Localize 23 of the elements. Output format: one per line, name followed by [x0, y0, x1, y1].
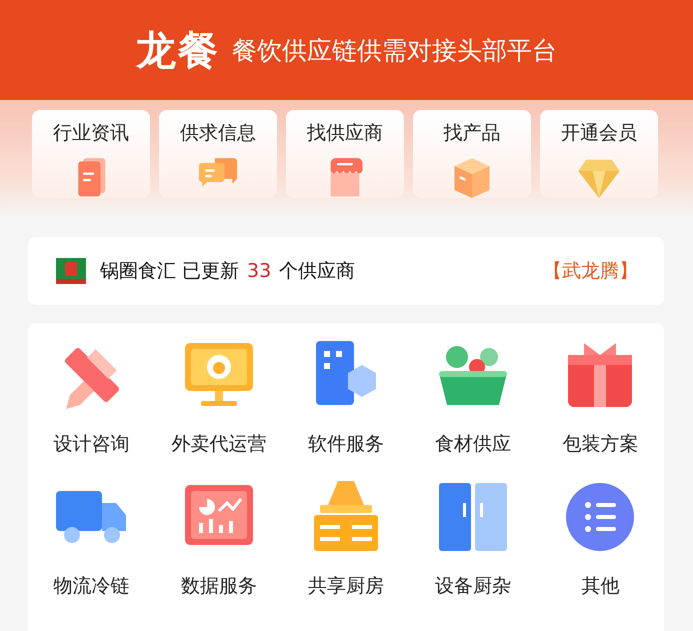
service-label[interactable]: 软件服务	[308, 431, 384, 457]
quick-link-card[interactable]: 开通会员	[540, 110, 658, 198]
notice-card[interactable]: 锅圈食汇 已更新 33 个供应商 【武龙腾】	[28, 237, 664, 305]
service-label[interactable]: 食材供应	[435, 431, 512, 457]
service-label[interactable]: 设备厨杂	[435, 573, 512, 599]
quick-link-card[interactable]: 找供应商	[286, 110, 404, 198]
service-label[interactable]: 共享厨房	[308, 573, 384, 599]
service-label[interactable]: 其他	[581, 573, 620, 599]
notice-text: 锅圈食汇 已更新	[100, 259, 240, 284]
quick-link-card[interactable]: 找产品	[413, 110, 531, 198]
service-label[interactable]: 外卖代运营	[171, 431, 266, 457]
service-label[interactable]: 数据服务	[180, 573, 257, 599]
service-label[interactable]: 包装方案	[562, 431, 638, 457]
quick-link-card[interactable]: 供求信息	[159, 110, 277, 198]
notice-text: 个供应商	[279, 259, 356, 284]
service-label[interactable]: 设计咨询	[54, 431, 130, 457]
quick-link-card[interactable]: 行业资讯	[32, 110, 150, 198]
supplier-count: 33	[247, 260, 272, 282]
brand-logo-icon	[54, 258, 88, 284]
logo: 龙餐	[136, 26, 220, 76]
slogan: 餐饮供应链供需对接头部平台	[232, 34, 557, 66]
supplier-name-link[interactable]: 【武龙腾】	[543, 258, 638, 284]
service-label[interactable]: 物流冷链	[54, 573, 130, 599]
